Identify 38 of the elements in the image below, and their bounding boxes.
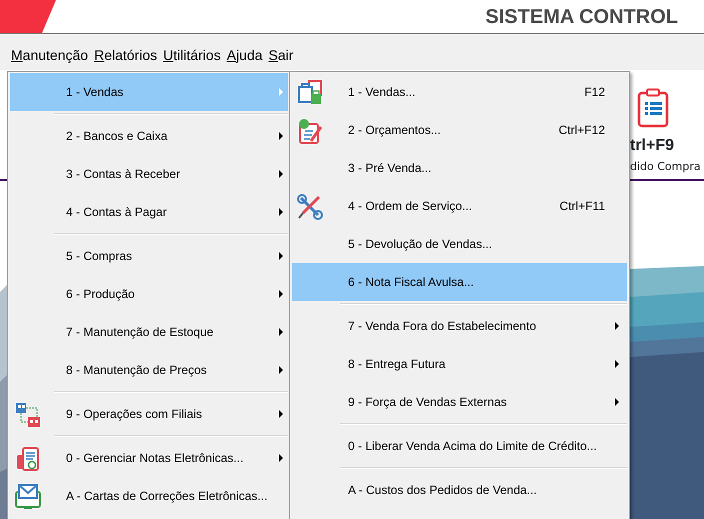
menu-item[interactable]: 0 - Gerenciar Notas Eletrônicas... [10, 439, 288, 477]
quote-icon [297, 118, 323, 144]
tools-icon [297, 194, 323, 220]
mail-icon [15, 484, 41, 510]
menu-item[interactable]: 2 - Orçamentos... Ctrl+F12 [292, 111, 627, 149]
menu-bar-item[interactable]: Relatórios [91, 46, 160, 64]
menu-item[interactable]: 3 - Contas à Receber [10, 155, 288, 193]
toolbar-button-label: dido Compra [630, 160, 701, 174]
menu-item[interactable]: A - Custos dos Pedidos de Venda... [292, 471, 627, 509]
network-icon [15, 402, 41, 428]
menu-item[interactable]: A - Cartas de Correções Eletrônicas... [10, 477, 288, 515]
menu-item[interactable]: 8 - Manutenção de Preços [10, 351, 288, 389]
app-title: SISTEMA CONTROL [485, 5, 678, 29]
menu-item[interactable]: 4 - Ordem de Serviço... Ctrl+F11 [292, 187, 627, 225]
menu-bar-item[interactable]: Sair [266, 46, 296, 64]
document-icon [15, 446, 41, 472]
menu-item[interactable]: 6 - Produção [10, 275, 288, 313]
menu-bar-item[interactable]: Utilitários [160, 46, 224, 64]
menu-item[interactable]: 7 - Manutenção de Estoque [10, 313, 288, 351]
menu-bar-item[interactable]: Manutenção [8, 46, 92, 64]
menu-item[interactable]: 8 - Entrega Futura [292, 345, 627, 383]
menu-item[interactable]: 7 - Venda Fora do Estabelecimento [292, 307, 627, 345]
menu-item[interactable]: 5 - Devolução de Vendas... [292, 225, 627, 263]
shopping-bags-icon [297, 80, 323, 106]
menu-bar-item[interactable]: Ajuda [224, 46, 266, 64]
shortcut-label: trl+F9 [630, 136, 674, 156]
clipboard-icon[interactable] [636, 88, 670, 128]
logo-shape [0, 0, 56, 33]
menu-item[interactable]: 0 - Liberar Venda Acima do Limite de Crédito... [292, 427, 627, 465]
menu-item[interactable]: 4 - Contas à Pagar [10, 193, 288, 231]
menu-item[interactable]: 6 - Nota Fiscal Avulsa... [292, 263, 627, 301]
menu-item[interactable]: 3 - Pré Venda... [292, 149, 627, 187]
menu-item[interactable]: 2 - Bancos e Caixa [10, 117, 288, 155]
menu-item[interactable]: 9 - Operações com Filiais [10, 395, 288, 433]
menu-item[interactable]: 1 - Vendas [10, 73, 288, 111]
menu-item[interactable]: 5 - Compras [10, 237, 288, 275]
menu-item[interactable]: 9 - Força de Vendas Externas [292, 383, 627, 421]
menu-item[interactable]: 1 - Vendas... F12 [292, 73, 627, 111]
